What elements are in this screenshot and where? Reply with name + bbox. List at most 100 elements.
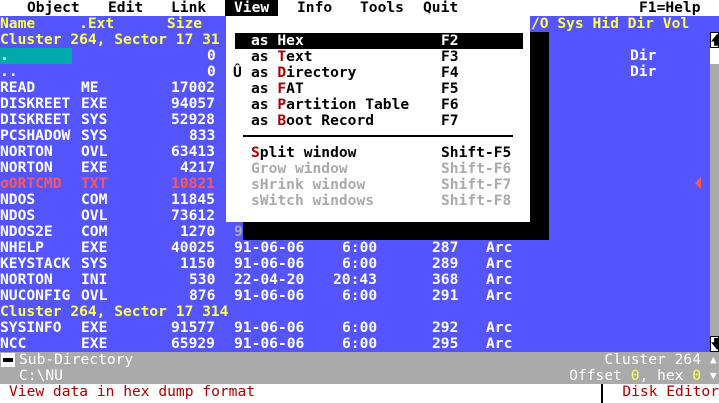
window-close-box[interactable] xyxy=(1,353,15,367)
file-size: 0 xyxy=(207,47,216,64)
status-up-icon[interactable]: ▲ xyxy=(710,352,717,368)
status-down-icon[interactable]: ▼ xyxy=(710,368,717,384)
menu-item-boot-record[interactable]: as Boot Record F7 xyxy=(235,113,523,129)
menu-item-text[interactable]: as Text F3 xyxy=(235,49,523,65)
file-ext: OVL xyxy=(81,207,108,224)
menu-item-shortcut: F5 xyxy=(441,80,459,97)
object-type: Sub-Directory xyxy=(19,351,134,368)
scroll-up-button[interactable]: 🡅 xyxy=(710,32,719,48)
file-name: SYSINFO xyxy=(0,319,62,336)
cluster-label: Cluster 264, Sector 17 314 xyxy=(0,303,229,320)
menu-item-split-window[interactable]: Split window Shift-F5 xyxy=(235,145,523,161)
menu-bar: Object Edit Link View Info Tools Quit F1… xyxy=(0,0,719,16)
file-name: NDOS xyxy=(0,191,36,208)
menu-item-label: as Boot Record xyxy=(251,113,374,129)
menu-quit[interactable]: Quit xyxy=(414,0,467,16)
menu-item-shortcut: Shift-F6 xyxy=(441,160,512,177)
menu-item-partition-table[interactable]: as Partition Table F6 xyxy=(235,97,523,113)
menu-link[interactable]: Link xyxy=(162,0,215,16)
file-ext: OVL xyxy=(81,143,108,160)
hotkey-letter: F xyxy=(277,80,287,97)
file-time: 6:00 xyxy=(342,319,378,336)
file-name: NORTON xyxy=(0,143,53,160)
menu-shadow-right xyxy=(530,32,549,240)
row-marker-icon xyxy=(695,177,701,189)
menu-item-label: as Text xyxy=(251,49,313,65)
file-cluster: 295 xyxy=(432,335,459,352)
hotkey-letter: D xyxy=(277,64,287,81)
menu-item-directory[interactable]: Ûas Directory F4 xyxy=(233,65,523,81)
file-size: 17002 xyxy=(171,79,215,96)
hotkey-letter: T xyxy=(277,48,287,65)
menu-info[interactable]: Info xyxy=(288,0,341,16)
file-size: 833 xyxy=(189,127,216,144)
file-name: DISKREET xyxy=(0,111,71,128)
file-cluster: 287 xyxy=(432,239,459,256)
file-ext: COM xyxy=(81,223,108,240)
menu-item-label: sHrink window xyxy=(251,177,365,193)
file-size: 94057 xyxy=(171,95,215,112)
file-cluster: 289 xyxy=(432,255,459,272)
file-cluster: 368 xyxy=(432,271,459,288)
file-size: 11845 xyxy=(171,191,215,208)
file-size: 65929 xyxy=(171,335,215,352)
hotkey-letter: W xyxy=(259,192,269,209)
file-ext: EXE xyxy=(81,95,108,112)
label-rest: oot Record xyxy=(286,112,375,129)
file-size: 876 xyxy=(189,287,216,304)
file-ext: INI xyxy=(81,271,108,288)
menu-item-shortcut: F7 xyxy=(441,112,459,129)
scroll-down-button[interactable]: 🡇 xyxy=(710,336,719,352)
file-size: 91577 xyxy=(171,319,215,336)
file-time: 6:00 xyxy=(342,287,378,304)
hotkey-letter: P xyxy=(277,96,287,113)
menu-item-label: sWitch windows xyxy=(251,193,374,209)
help-key[interactable]: F1=Help xyxy=(630,0,710,16)
menu-item-shortcut: F2 xyxy=(441,32,459,49)
file-date: 91-06-06 xyxy=(234,335,305,352)
file-date: 91-06-06 xyxy=(234,255,305,272)
file-name: NDOS xyxy=(0,207,36,224)
file-ext: SYS xyxy=(81,255,108,272)
label-prefix: as xyxy=(251,64,278,81)
minus-icon xyxy=(3,358,13,362)
file-ext: COM xyxy=(81,191,108,208)
attr-archive: Arc xyxy=(486,335,513,352)
menu-edit[interactable]: Edit xyxy=(99,0,152,16)
cluster-readout: Cluster 264 xyxy=(604,351,701,368)
hex-label: , hex xyxy=(639,367,693,384)
scrollbar-thumb[interactable] xyxy=(710,48,719,64)
hotkey-letter: H xyxy=(259,176,269,193)
hotkey-letter: G xyxy=(251,160,260,177)
file-date: 91-06-06 xyxy=(234,287,305,304)
menu-item-fat[interactable]: as FAT F5 xyxy=(235,81,523,97)
file-ext: SYS xyxy=(81,127,108,144)
menu-tools[interactable]: Tools xyxy=(351,0,413,16)
menu-item-hex[interactable]: as Hex F2 xyxy=(235,33,523,49)
file-ext: TXT xyxy=(81,175,108,192)
cluster-label: Cluster 264, Sector 17 31 xyxy=(0,31,220,48)
file-name: READ xyxy=(0,79,36,96)
menu-object[interactable]: Object xyxy=(18,0,89,16)
menu-item-label: as Directory xyxy=(251,65,356,81)
menu-item-label: as FAT xyxy=(251,81,304,97)
label-prefix: as xyxy=(251,32,278,49)
file-date: 91-06-06 xyxy=(234,319,305,336)
menu-view[interactable]: View xyxy=(225,0,279,16)
attr-archive: Arc xyxy=(486,255,513,272)
hex-value: 0 xyxy=(692,367,701,384)
file-name: KEYSTACK xyxy=(0,255,71,272)
scrollbar-track[interactable] xyxy=(710,32,719,352)
file-time: 6:00 xyxy=(342,239,378,256)
file-name: NHELP xyxy=(0,239,44,256)
menu-item-shortcut: Shift-F8 xyxy=(441,192,512,209)
disk-editor-screen: Object Edit Link View Info Tools Quit F1… xyxy=(0,0,719,403)
hint-text: View data in hex dump format xyxy=(9,383,256,400)
hotkey-letter: H xyxy=(277,32,287,49)
label-rest: ex xyxy=(286,32,304,49)
file-name: . xyxy=(0,47,9,64)
menu-item-label: Grow window xyxy=(251,161,348,177)
attr-directory: Dir xyxy=(630,63,657,80)
file-ext: SYS xyxy=(81,111,108,128)
attr-archive: Arc xyxy=(486,287,513,304)
